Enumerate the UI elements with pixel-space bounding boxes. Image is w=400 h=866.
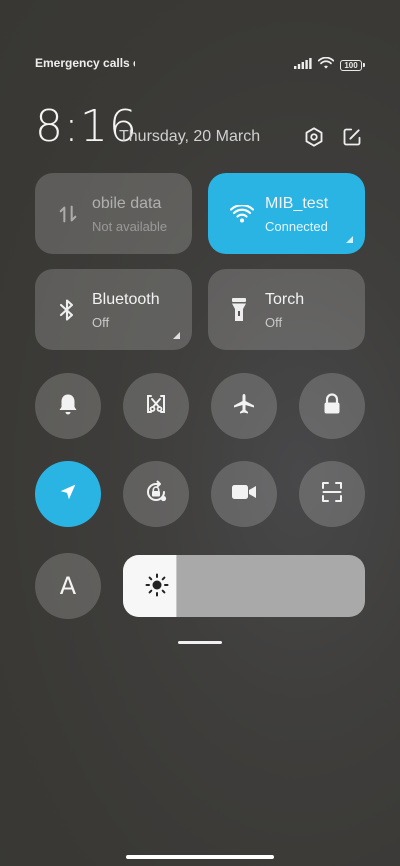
wifi-status-icon [317, 56, 335, 74]
torch-status: Off [265, 315, 283, 330]
bluetooth-status: Off [92, 315, 110, 330]
date-text: Thursday, 20 March [119, 128, 261, 145]
toggle-rotation-lock[interactable] [123, 461, 189, 527]
drag-handle[interactable] [178, 641, 222, 644]
battery-level: 100 [344, 60, 358, 70]
screenshot-scissors-icon [144, 392, 168, 421]
status-carrier-text: Emergency calls o [35, 56, 135, 70]
video-camera-icon [231, 483, 257, 506]
rotation-lock-icon [143, 479, 169, 510]
bell-icon [57, 392, 79, 421]
tile-bluetooth[interactable]: Bluetooth Off [35, 269, 192, 350]
scan-icon [320, 480, 344, 509]
toggle-location[interactable] [35, 461, 101, 527]
font-letter-icon: A [59, 572, 77, 600]
toggle-airplane-mode[interactable] [211, 373, 277, 439]
torch-label: Torch [265, 291, 305, 308]
toggle-scanner[interactable] [299, 461, 365, 527]
lock-icon [322, 392, 342, 420]
toggle-screenshot[interactable] [123, 373, 189, 439]
expand-corner-icon[interactable] [346, 236, 353, 243]
wifi-network-name: MIB_test [265, 195, 329, 212]
wifi-status: Connected [265, 219, 328, 234]
tile-wifi[interactable]: MIB_test Connected [208, 173, 365, 254]
bluetooth-icon [57, 269, 77, 350]
tile-mobile-data[interactable]: obile data Not available [35, 173, 192, 254]
battery-icon: 100 [340, 59, 365, 71]
toggle-sound[interactable] [35, 373, 101, 439]
airplane-icon [232, 392, 256, 421]
mobile-data-status: Not available [92, 219, 168, 234]
status-icons: 100 [294, 56, 365, 74]
home-indicator[interactable] [126, 855, 274, 859]
toggle-screen-recorder[interactable] [211, 461, 277, 527]
edit-icon[interactable] [339, 124, 365, 150]
brightness-slider[interactable] [123, 555, 365, 617]
wifi-icon [230, 173, 254, 254]
mobile-data-label: obile data [92, 195, 162, 212]
toggle-font-size[interactable]: A [35, 553, 101, 619]
tile-torch[interactable]: Torch Off [208, 269, 365, 350]
toggle-lock-screen[interactable] [299, 373, 365, 439]
torch-icon [230, 269, 248, 350]
location-arrow-icon [57, 481, 79, 508]
signal-icon [294, 56, 312, 74]
bluetooth-label: Bluetooth [92, 291, 160, 308]
expand-corner-icon[interactable] [173, 332, 180, 339]
settings-icon[interactable] [301, 124, 327, 150]
brightness-sun-icon [145, 573, 169, 602]
mobile-data-icon [57, 173, 79, 254]
